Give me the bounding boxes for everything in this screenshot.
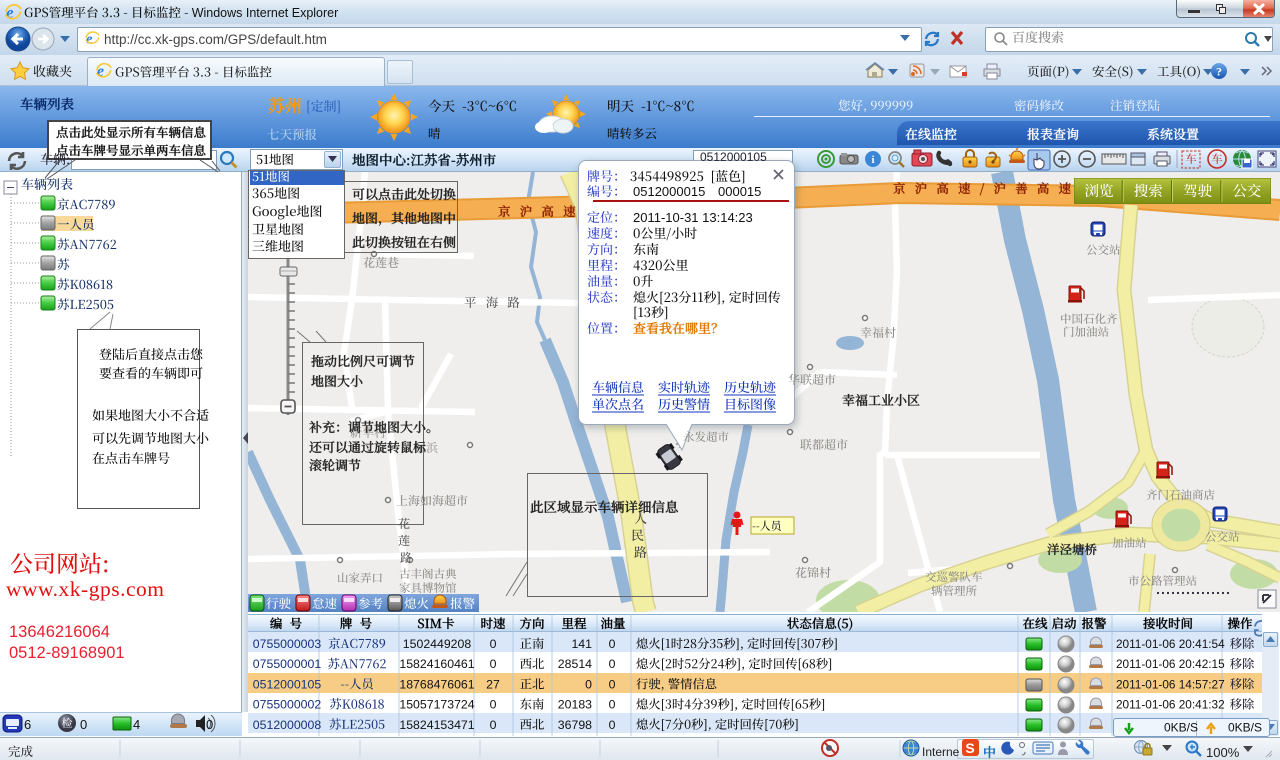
- svg-text:i: i: [871, 154, 874, 166]
- svg-text:S: S: [965, 740, 974, 756]
- svg-text:?: ?: [1216, 65, 1222, 79]
